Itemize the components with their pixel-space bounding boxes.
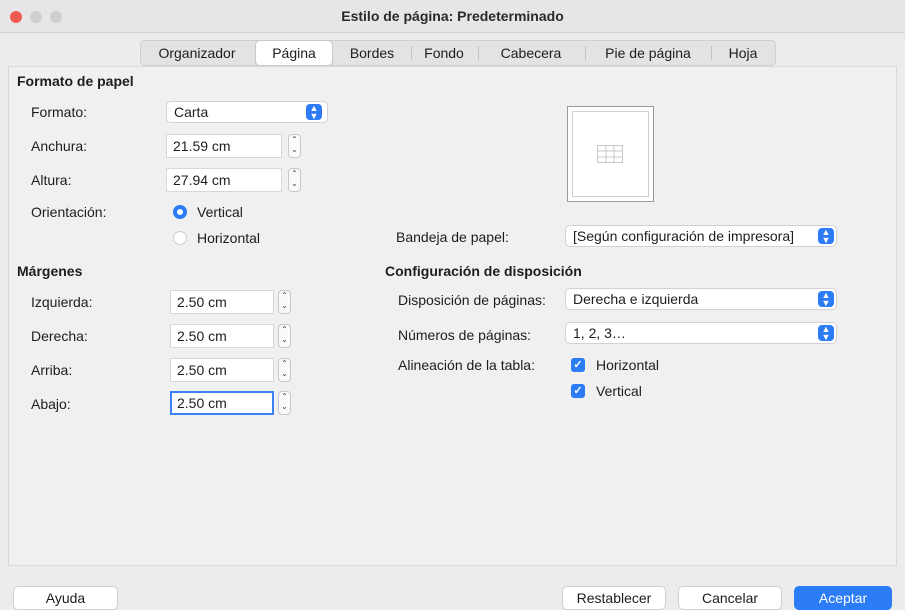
- orientation-label: Orientación:: [31, 204, 107, 220]
- page-numbers-label: Números de páginas:: [398, 327, 532, 343]
- orientation-vertical-label[interactable]: Vertical: [197, 204, 243, 220]
- orientation-horizontal-radio[interactable]: [173, 231, 187, 245]
- margin-left-stepper-icon[interactable]: ⌃ ⌄: [278, 290, 291, 314]
- table-alignment-label: Alineación de la tabla:: [398, 357, 535, 373]
- ok-button[interactable]: Aceptar: [794, 586, 892, 610]
- page-numbers-select[interactable]: 1, 2, 3…: [565, 322, 837, 344]
- margin-top-label: Arriba:: [31, 362, 73, 378]
- margin-bottom-field[interactable]: 2.50 cm: [170, 391, 274, 415]
- tab-organizer[interactable]: Organizador: [143, 41, 251, 65]
- chevron-updown-icon: ▲ ▼: [818, 291, 834, 308]
- chevron-updown-icon: ▲ ▼: [306, 104, 322, 121]
- tab-separator: [711, 46, 712, 60]
- orientation-vertical-radio[interactable]: [173, 205, 187, 219]
- margin-right-field[interactable]: 2.50 cm: [170, 324, 274, 348]
- tab-footer[interactable]: Pie de página: [588, 41, 708, 65]
- reset-button[interactable]: Restablecer: [562, 586, 666, 610]
- align-horizontal-label[interactable]: Horizontal: [596, 357, 659, 373]
- page-preview: [567, 106, 654, 202]
- format-label: Formato:: [31, 104, 88, 120]
- tab-background[interactable]: Fondo: [414, 41, 474, 65]
- margin-top-stepper-icon[interactable]: ⌃ ⌄: [278, 358, 291, 382]
- tab-header[interactable]: Cabecera: [481, 41, 581, 65]
- height-field[interactable]: 27.94 cm: [166, 168, 282, 192]
- tab-page[interactable]: Página: [255, 40, 333, 66]
- page-numbers-value: 1, 2, 3…: [573, 325, 626, 341]
- tab-borders[interactable]: Bordes: [336, 41, 408, 65]
- margin-left-label: Izquierda:: [31, 294, 93, 310]
- height-label: Altura:: [31, 172, 72, 188]
- tab-separator: [411, 46, 412, 60]
- height-stepper-icon[interactable]: ⌃ ⌄: [288, 168, 301, 192]
- format-value: Carta: [174, 104, 209, 120]
- page-layout-select[interactable]: Derecha e izquierda: [565, 288, 837, 310]
- cancel-button[interactable]: Cancelar: [678, 586, 782, 610]
- paper-tray-value: [Según configuración de impresora]: [573, 228, 795, 244]
- paper-tray-select[interactable]: [Según configuración de impresora]: [565, 225, 837, 247]
- align-horizontal-checkbox[interactable]: ✓: [571, 358, 585, 372]
- align-vertical-label[interactable]: Vertical: [596, 383, 642, 399]
- margin-left-field[interactable]: 2.50 cm: [170, 290, 274, 314]
- page-layout-label: Disposición de páginas:: [398, 292, 546, 308]
- width-stepper-icon[interactable]: ⌃ ⌄: [288, 134, 301, 158]
- window-title: Estilo de página: Predeterminado: [341, 8, 564, 24]
- width-label: Anchura:: [31, 138, 88, 154]
- margin-bottom-stepper-icon[interactable]: ⌃ ⌄: [278, 391, 291, 415]
- table-icon: [597, 145, 623, 163]
- chevron-updown-icon: ▲ ▼: [818, 228, 834, 245]
- margin-right-stepper-icon[interactable]: ⌃ ⌄: [278, 324, 291, 348]
- tab-separator: [585, 46, 586, 60]
- width-field[interactable]: 21.59 cm: [166, 134, 282, 158]
- margin-bottom-label: Abajo:: [31, 396, 71, 412]
- tab-separator: [478, 46, 479, 60]
- page-preview-margins: [572, 111, 649, 197]
- page-layout-value: Derecha e izquierda: [573, 291, 699, 307]
- align-vertical-checkbox[interactable]: ✓: [571, 384, 585, 398]
- margin-right-label: Derecha:: [31, 328, 88, 344]
- layout-heading: Configuración de disposición: [385, 263, 582, 279]
- chevron-updown-icon: ▲ ▼: [818, 325, 834, 342]
- orientation-horizontal-label[interactable]: Horizontal: [197, 230, 260, 246]
- page-tab-panel: [8, 66, 897, 566]
- margins-heading: Márgenes: [17, 263, 83, 279]
- margin-top-field[interactable]: 2.50 cm: [170, 358, 274, 382]
- paper-tray-label: Bandeja de papel:: [396, 229, 509, 245]
- paper-format-heading: Formato de papel: [17, 73, 134, 89]
- help-button[interactable]: Ayuda: [13, 586, 118, 610]
- format-select[interactable]: Carta: [166, 101, 328, 123]
- tab-sheet[interactable]: Hoja: [714, 41, 772, 65]
